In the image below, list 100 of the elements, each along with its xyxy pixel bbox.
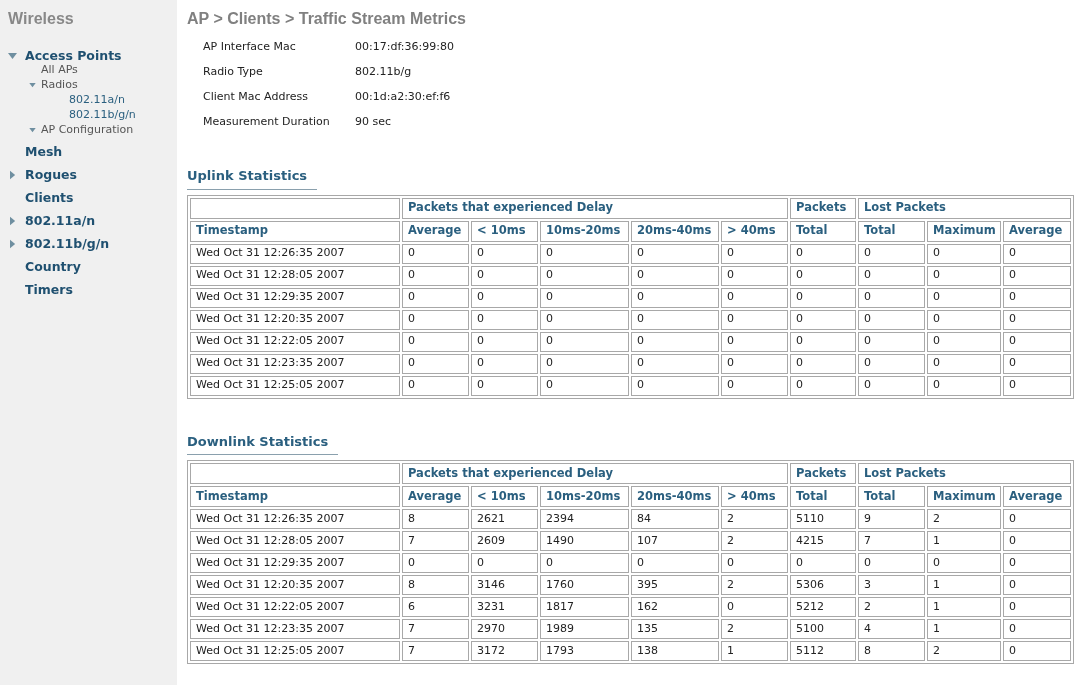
column-header: > 40ms (721, 486, 789, 507)
group-header: Packets that experienced Delay (402, 463, 789, 484)
table-cell: 2 (721, 575, 789, 595)
table-cell: Wed Oct 31 12:26:35 2007 (190, 509, 400, 529)
table-cell: 0 (540, 553, 629, 573)
table-cell: 0 (631, 309, 719, 330)
table-cell: 0 (927, 287, 1002, 308)
group-header: Lost Packets (858, 463, 1072, 484)
table-cell: 0 (1003, 265, 1072, 286)
sidebar-item[interactable]: 802.11b/g/n (25, 234, 110, 254)
table-cell: 0 (858, 287, 926, 308)
table-cell: 0 (721, 597, 789, 617)
sidebar-item[interactable]: 802.11a/n (25, 211, 96, 231)
table-cell: 0 (927, 243, 1002, 264)
detail-value: 00:1d:a2:30:ef:f6 (355, 88, 451, 105)
table-cell: Wed Oct 31 12:28:05 2007 (190, 265, 400, 286)
table-cell: 0 (1003, 309, 1072, 330)
column-header: Timestamp (190, 486, 400, 507)
sidebar-subitem[interactable]: 802.11b/g/n (57, 107, 136, 124)
column-header: Average (402, 486, 469, 507)
caret-right-icon[interactable] (10, 170, 16, 180)
table-cell: 0 (790, 353, 857, 374)
table-cell: 0 (858, 265, 926, 286)
column-header: Average (402, 220, 469, 242)
caret-right-icon[interactable] (10, 239, 16, 249)
table-cell: 0 (540, 287, 629, 308)
table-cell: Wed Oct 31 12:29:35 2007 (190, 553, 400, 573)
table-cell: 2 (721, 619, 789, 639)
table-cell: 0 (1003, 243, 1072, 264)
table-cell: 2 (721, 509, 789, 529)
table-cell: 0 (790, 331, 857, 352)
sidebar-item[interactable]: Country (25, 257, 81, 277)
group-header: Packets that experienced Delay (402, 197, 789, 219)
table-cell: 0 (927, 353, 1002, 374)
caret-down-icon[interactable] (29, 83, 36, 88)
table-cell: 0 (1003, 331, 1072, 352)
table-cell: 0 (631, 375, 719, 396)
column-header: Average (1003, 486, 1072, 507)
table-cell: 7 (402, 641, 469, 661)
table-cell: 1989 (540, 619, 629, 639)
caret-right-icon[interactable] (10, 216, 16, 226)
table-cell: 8 (402, 509, 469, 529)
sidebar-item[interactable]: Timers (25, 280, 73, 300)
table-cell: 1 (927, 597, 1002, 617)
table-cell: 5306 (790, 575, 857, 595)
detail-value: 90 sec (355, 113, 392, 130)
table-cell: Wed Oct 31 12:20:35 2007 (190, 309, 400, 330)
table-cell: 0 (790, 243, 857, 264)
table-cell: 0 (540, 375, 629, 396)
table-cell: Wed Oct 31 12:25:05 2007 (190, 375, 400, 396)
column-header: Total (858, 220, 926, 242)
table-cell: 7 (402, 619, 469, 639)
table-cell: 3 (858, 575, 926, 595)
table-cell: 0 (927, 331, 1002, 352)
column-header: > 40ms (721, 220, 789, 242)
column-header: Average (1003, 220, 1072, 242)
table-cell: 1 (927, 619, 1002, 639)
table-cell: 1 (927, 575, 1002, 595)
table-cell: 0 (402, 243, 469, 264)
table-cell: 0 (540, 309, 629, 330)
table-cell: 7 (858, 531, 926, 551)
table-cell: 5212 (790, 597, 857, 617)
column-header: Timestamp (190, 220, 400, 242)
table-cell: 1490 (540, 531, 629, 551)
sidebar-item[interactable]: Rogues (25, 165, 77, 185)
table-cell: 0 (631, 287, 719, 308)
sidebar-title: Wireless (8, 9, 75, 29)
sidebar-subitem[interactable]: AP Configuration (41, 122, 134, 139)
table-cell: 7 (402, 531, 469, 551)
sidebar-item[interactable]: Mesh (25, 142, 63, 162)
column-header: Total (858, 486, 926, 507)
table-cell: 0 (1003, 353, 1072, 374)
table-cell: 0 (471, 309, 538, 330)
table-cell: Wed Oct 31 12:23:35 2007 (190, 619, 400, 639)
sidebar-subitem[interactable]: Radios (41, 77, 78, 94)
table-cell: 0 (631, 243, 719, 264)
table-cell: 0 (402, 309, 469, 330)
table-cell: 0 (1003, 597, 1072, 617)
table-cell: 8 (858, 641, 926, 661)
table-cell: 0 (1003, 531, 1072, 551)
section-title: Uplink Statistics (187, 166, 318, 190)
table-cell: 0 (540, 353, 629, 374)
caret-down-icon[interactable] (8, 52, 17, 60)
detail-label: Client Mac Address (203, 88, 309, 105)
caret-down-icon[interactable] (29, 128, 36, 133)
detail-label: Radio Type (203, 63, 264, 80)
column-header: < 10ms (471, 220, 538, 242)
table-cell: 0 (790, 375, 857, 396)
table-cell: 0 (540, 265, 629, 286)
table-cell: 0 (471, 353, 538, 374)
table-cell: 2394 (540, 509, 629, 529)
table-cell: 2 (721, 531, 789, 551)
sidebar-item[interactable]: Clients (25, 188, 74, 208)
group-header: Packets (790, 463, 857, 484)
sidebar-subitem[interactable]: 802.11a/n (57, 92, 125, 109)
column-header: Total (790, 486, 857, 507)
table-cell: 0 (471, 331, 538, 352)
table-cell: 0 (1003, 375, 1072, 396)
table-cell: 0 (927, 309, 1002, 330)
table-cell: 0 (790, 265, 857, 286)
